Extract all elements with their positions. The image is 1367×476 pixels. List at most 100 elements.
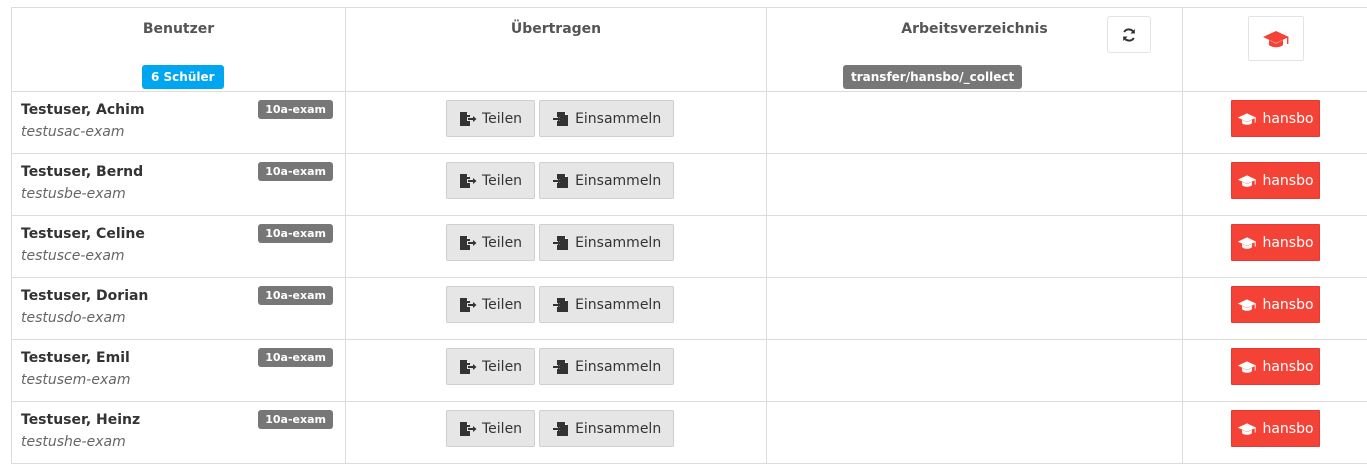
users-count-badge: 6 Schüler bbox=[142, 65, 224, 89]
share-button[interactable]: Teilen bbox=[446, 100, 536, 137]
table-header: Benutzer 6 Schüler Übertragen Arbeitsver… bbox=[11, 8, 1367, 92]
file-export-icon bbox=[460, 111, 477, 126]
teacher-button[interactable]: hansbo bbox=[1231, 348, 1320, 385]
transfer-cell: Teilen Einsammeln bbox=[345, 154, 766, 215]
teacher-cell: hansbo bbox=[1182, 278, 1367, 339]
user-name: Testuser, Achim bbox=[21, 102, 145, 118]
graduation-cap-icon bbox=[1238, 360, 1257, 373]
class-badge: 10a-exam bbox=[258, 410, 333, 429]
collect-button[interactable]: Einsammeln bbox=[539, 100, 675, 137]
user-name: Testuser, Celine bbox=[21, 226, 145, 242]
share-button[interactable]: Teilen bbox=[446, 348, 536, 385]
collect-label: Einsammeln bbox=[575, 172, 662, 189]
class-badge: 10a-exam bbox=[258, 224, 333, 243]
teacher-label: hansbo bbox=[1262, 296, 1314, 313]
file-export-icon bbox=[460, 235, 477, 250]
file-import-icon bbox=[553, 235, 569, 250]
table-row: Testuser, Bernd testusbe-exam 10a-exam T… bbox=[11, 154, 1367, 216]
file-import-icon bbox=[553, 111, 569, 126]
file-import-icon bbox=[553, 359, 569, 374]
teacher-button[interactable]: hansbo bbox=[1231, 162, 1320, 199]
collect-button[interactable]: Einsammeln bbox=[539, 348, 675, 385]
file-export-icon bbox=[460, 297, 477, 312]
teacher-label: hansbo bbox=[1262, 420, 1314, 437]
teacher-all-button[interactable] bbox=[1248, 16, 1304, 61]
collect-button[interactable]: Einsammeln bbox=[539, 224, 675, 261]
graduation-cap-icon bbox=[1238, 298, 1257, 311]
file-export-icon bbox=[460, 359, 477, 374]
teacher-cell: hansbo bbox=[1182, 216, 1367, 277]
user-login: testusac-exam bbox=[21, 124, 125, 140]
graduation-cap-icon bbox=[1238, 422, 1257, 435]
class-badge: 10a-exam bbox=[258, 100, 333, 119]
teacher-cell: hansbo bbox=[1182, 340, 1367, 401]
teacher-button[interactable]: hansbo bbox=[1231, 410, 1320, 447]
graduation-cap-icon bbox=[1238, 174, 1257, 187]
collect-label: Einsammeln bbox=[575, 296, 662, 313]
share-label: Teilen bbox=[482, 358, 523, 375]
workdir-cell bbox=[766, 340, 1182, 401]
file-export-icon bbox=[460, 421, 477, 436]
teacher-button[interactable]: hansbo bbox=[1231, 224, 1320, 261]
graduation-cap-icon bbox=[1238, 112, 1257, 125]
user-login: testusem-exam bbox=[21, 372, 131, 388]
collect-label: Einsammeln bbox=[575, 234, 662, 251]
transfer-cell: Teilen Einsammeln bbox=[345, 402, 766, 463]
table-row: Testuser, Emil testusem-exam 10a-exam Te… bbox=[11, 340, 1367, 402]
teacher-label: hansbo bbox=[1262, 172, 1314, 189]
teacher-cell: hansbo bbox=[1182, 154, 1367, 215]
workdir-cell bbox=[766, 92, 1182, 153]
share-label: Teilen bbox=[482, 234, 523, 251]
file-import-icon bbox=[553, 421, 569, 436]
share-button[interactable]: Teilen bbox=[446, 162, 536, 199]
file-import-icon bbox=[553, 297, 569, 312]
table-row: Testuser, Achim testusac-exam 10a-exam T… bbox=[11, 92, 1367, 154]
user-cell: Testuser, Dorian testusdo-exam 10a-exam bbox=[11, 278, 345, 339]
refresh-icon bbox=[1123, 27, 1135, 42]
transfer-column-title: Übertragen bbox=[510, 21, 602, 37]
user-cell: Testuser, Celine testusce-exam 10a-exam bbox=[11, 216, 345, 277]
users-table: Benutzer 6 Schüler Übertragen Arbeitsver… bbox=[11, 7, 1367, 464]
table-row: Testuser, Dorian testusdo-exam 10a-exam … bbox=[11, 278, 1367, 340]
collect-button[interactable]: Einsammeln bbox=[539, 286, 675, 323]
graduation-cap-icon bbox=[1263, 30, 1289, 47]
class-badge: 10a-exam bbox=[258, 162, 333, 181]
collect-button[interactable]: Einsammeln bbox=[539, 162, 675, 199]
transfer-cell: Teilen Einsammeln bbox=[345, 92, 766, 153]
user-cell: Testuser, Emil testusem-exam 10a-exam bbox=[11, 340, 345, 401]
teacher-cell: hansbo bbox=[1182, 402, 1367, 463]
collect-label: Einsammeln bbox=[575, 110, 662, 127]
user-login: testusbe-exam bbox=[21, 186, 126, 202]
class-badge: 10a-exam bbox=[258, 286, 333, 305]
class-badge: 10a-exam bbox=[258, 348, 333, 367]
table-row: Testuser, Heinz testushe-exam 10a-exam T… bbox=[11, 402, 1367, 464]
collect-button[interactable]: Einsammeln bbox=[539, 410, 675, 447]
header-teacher-cell bbox=[1182, 8, 1367, 91]
workdir-cell bbox=[766, 402, 1182, 463]
user-name: Testuser, Bernd bbox=[21, 164, 144, 180]
header-transfer-cell: Übertragen bbox=[345, 8, 766, 91]
share-button[interactable]: Teilen bbox=[446, 224, 536, 261]
table-row: Testuser, Celine testusce-exam 10a-exam … bbox=[11, 216, 1367, 278]
teacher-button[interactable]: hansbo bbox=[1231, 100, 1320, 137]
share-label: Teilen bbox=[482, 296, 523, 313]
share-label: Teilen bbox=[482, 110, 523, 127]
share-label: Teilen bbox=[482, 172, 523, 189]
user-name: Testuser, Dorian bbox=[21, 288, 149, 304]
transfer-cell: Teilen Einsammeln bbox=[345, 278, 766, 339]
graduation-cap-icon bbox=[1238, 236, 1257, 249]
teacher-button[interactable]: hansbo bbox=[1231, 286, 1320, 323]
user-login: testushe-exam bbox=[21, 434, 126, 450]
user-cell: Testuser, Heinz testushe-exam 10a-exam bbox=[11, 402, 345, 463]
user-login: testusce-exam bbox=[21, 248, 125, 264]
teacher-label: hansbo bbox=[1262, 358, 1314, 375]
share-button[interactable]: Teilen bbox=[446, 286, 536, 323]
workdir-cell bbox=[766, 278, 1182, 339]
teacher-label: hansbo bbox=[1262, 234, 1314, 251]
header-workdir-cell: Arbeitsverzeichnis transfer/hansbo/_coll… bbox=[766, 8, 1182, 91]
share-button[interactable]: Teilen bbox=[446, 410, 536, 447]
user-name: Testuser, Emil bbox=[21, 350, 130, 366]
collect-label: Einsammeln bbox=[575, 420, 662, 437]
header-users-cell: Benutzer 6 Schüler bbox=[11, 8, 345, 91]
refresh-button[interactable] bbox=[1107, 16, 1151, 53]
